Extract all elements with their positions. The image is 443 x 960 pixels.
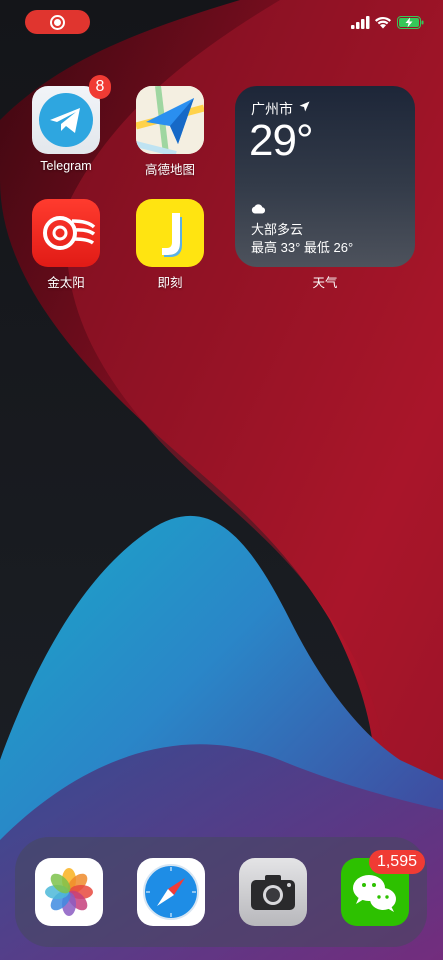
app-amap[interactable]: 高德地图 xyxy=(135,86,205,178)
weather-condition: 大部多云 xyxy=(251,222,304,237)
weather-temperature: 29° xyxy=(249,116,314,165)
cloud-icon xyxy=(251,204,266,214)
app-label: 高德地图 xyxy=(144,163,195,177)
app-label: Telegram xyxy=(40,159,92,173)
camera-icon xyxy=(251,875,295,910)
app-jintaiyang[interactable]: 金太阳 xyxy=(31,199,101,291)
dock-app-camera[interactable] xyxy=(239,858,307,926)
app-telegram[interactable]: 8 Telegram xyxy=(31,75,111,173)
notification-badge: 8 xyxy=(89,75,111,99)
jintaiyang-icon xyxy=(32,199,100,267)
widget-label: 天气 xyxy=(312,276,338,290)
dock-app-photos[interactable] xyxy=(35,858,103,926)
telegram-icon xyxy=(32,86,100,154)
wifi-icon xyxy=(375,16,391,29)
weather-high-low: 最高 33° 最低 26° xyxy=(251,240,354,255)
safari-icon xyxy=(143,864,199,920)
photos-icon xyxy=(45,868,93,916)
cellular-signal-icon xyxy=(351,16,370,29)
record-dot-icon xyxy=(54,19,61,26)
app-label: 即刻 xyxy=(157,276,183,290)
status-bar xyxy=(0,0,443,44)
battery-charging-icon xyxy=(397,16,424,29)
screen-recording-indicator[interactable] xyxy=(25,10,90,34)
dock-app-safari[interactable] xyxy=(137,858,205,926)
jike-icon xyxy=(136,199,204,267)
dock-app-wechat[interactable]: 1,595 xyxy=(341,850,425,926)
notification-badge: 1,595 xyxy=(368,850,425,874)
amap-icon xyxy=(136,86,204,154)
weather-widget[interactable]: 广州市 29° 大部多云 最高 33° 最低 26° xyxy=(235,86,415,267)
app-jike[interactable]: 即刻 xyxy=(135,199,205,291)
location-arrow-icon xyxy=(299,101,310,112)
app-label: 金太阳 xyxy=(47,276,85,290)
